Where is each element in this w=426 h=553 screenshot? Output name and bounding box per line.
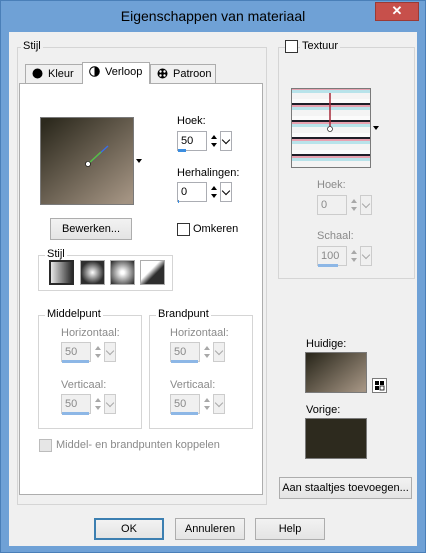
center-horizontal-spin-buttons[interactable] [92, 342, 104, 362]
gradient-style-label: Stijl [45, 248, 67, 260]
ok-button[interactable]: OK [94, 518, 164, 540]
repeats-dropdown[interactable] [220, 182, 232, 202]
previous-label: Vorige: [306, 404, 341, 416]
texture-angle-input[interactable]: 0 [317, 195, 347, 215]
repeats-label: Herhalingen: [177, 167, 240, 179]
angle-stepper[interactable]: 50 [177, 131, 233, 153]
invert-label: Omkeren [193, 223, 239, 235]
current-label: Huidige: [306, 338, 347, 350]
close-icon: ✕ [391, 3, 403, 18]
texture-scale-dropdown[interactable] [360, 246, 372, 266]
texture-angle-spin-buttons[interactable] [348, 195, 360, 215]
previous-swatch[interactable] [305, 418, 367, 459]
focal-horizontal-label: Horizontaal: [170, 327, 229, 339]
repeats-stepper[interactable]: 0 [177, 182, 233, 204]
link-points-label: Middel- en brandpunten koppelen [56, 439, 220, 451]
focal-horizontal-spin-buttons[interactable] [201, 342, 213, 362]
style-group-label: Stijl [21, 40, 43, 52]
radial-style-icon[interactable] [110, 260, 135, 285]
texture-scale-stepper[interactable]: 100 [317, 246, 373, 268]
tab-color-label: Kleur [48, 68, 74, 80]
edit-button[interactable]: Bewerken... [50, 218, 132, 240]
texture-angle-stepper[interactable]: 0 [317, 195, 373, 217]
focal-vertical-dropdown[interactable] [213, 394, 225, 414]
swap-icon[interactable] [372, 378, 387, 393]
texture-scale-spin-buttons[interactable] [348, 246, 360, 266]
angle-level-bar [178, 149, 186, 152]
focal-horizontal-stepper[interactable]: 50 [170, 342, 226, 364]
tab-color[interactable]: Kleur [25, 64, 83, 84]
focal-vertical-input[interactable]: 50 [170, 394, 200, 414]
close-button[interactable]: ✕ [375, 2, 419, 21]
title-bar[interactable]: Eigenschappen van materiaal ✕ [1, 1, 425, 32]
angle-label: Hoek: [177, 115, 206, 127]
sunburst-style-icon[interactable] [140, 260, 165, 285]
rectangular-style-icon[interactable] [80, 260, 105, 285]
pattern-icon [157, 67, 168, 79]
repeats-spin-buttons[interactable] [208, 182, 220, 202]
focal-vertical-level-bar [171, 412, 198, 415]
texture-preview[interactable] [291, 88, 371, 168]
focal-horizontal-level-bar [171, 360, 198, 363]
tab-gradient[interactable]: Verloop [82, 62, 150, 84]
texture-checkbox[interactable] [285, 40, 298, 53]
half-circle-icon [89, 65, 100, 77]
center-horizontal-stepper[interactable]: 50 [61, 342, 117, 364]
repeats-input[interactable]: 0 [177, 182, 207, 202]
circle-icon [32, 67, 43, 79]
center-vertical-label: Verticaal: [61, 379, 107, 391]
add-to-swatches-button[interactable]: Aan staaltjes toevoegen... [279, 477, 412, 499]
texture-dropdown-arrow[interactable] [373, 126, 379, 130]
focalpoint-label: Brandpunt [156, 308, 211, 320]
center-vertical-spin-buttons[interactable] [92, 394, 104, 414]
cancel-button[interactable]: Annuleren [175, 518, 245, 540]
center-horizontal-label: Horizontaal: [61, 327, 120, 339]
center-vertical-stepper[interactable]: 50 [61, 394, 117, 416]
focal-horizontal-input[interactable]: 50 [170, 342, 200, 362]
repeats-level-bar [178, 200, 179, 203]
texture-label: Textuur [300, 40, 341, 52]
current-swatch[interactable] [305, 352, 367, 393]
texture-angle-label: Hoek: [317, 179, 346, 191]
tab-pattern-label: Patroon [173, 68, 212, 80]
focal-horizontal-dropdown[interactable] [213, 342, 225, 362]
help-button[interactable]: Help [255, 518, 325, 540]
gradient-dropdown-arrow[interactable] [136, 159, 142, 163]
center-horizontal-level-bar [62, 360, 89, 363]
angle-dropdown[interactable] [220, 131, 232, 151]
gradient-angle-handle[interactable] [41, 118, 133, 204]
texture-scale-input[interactable]: 100 [317, 246, 347, 266]
center-horizontal-input[interactable]: 50 [61, 342, 91, 362]
angle-spin-buttons[interactable] [208, 131, 220, 151]
window-title: Eigenschappen van materiaal [120, 8, 306, 24]
texture-scale-label: Schaal: [317, 230, 354, 242]
texture-angle-dropdown[interactable] [360, 195, 372, 215]
focal-vertical-label: Verticaal: [170, 379, 216, 391]
linear-style-icon[interactable] [49, 260, 74, 285]
center-vertical-dropdown[interactable] [104, 394, 116, 414]
texture-angle-handle [327, 93, 333, 132]
gradient-preview[interactable] [40, 117, 134, 205]
center-vertical-input[interactable]: 50 [61, 394, 91, 414]
angle-input[interactable]: 50 [177, 131, 207, 151]
texture-scale-level-bar [318, 264, 338, 267]
tab-pattern[interactable]: Patroon [150, 64, 216, 84]
centerpoint-label: Middelpunt [45, 308, 103, 320]
link-points-checkbox[interactable] [39, 439, 52, 452]
center-horizontal-dropdown[interactable] [104, 342, 116, 362]
center-vertical-level-bar [62, 412, 89, 415]
material-properties-dialog: Eigenschappen van materiaal ✕ Stijl Kleu… [0, 0, 426, 553]
focal-vertical-spin-buttons[interactable] [201, 394, 213, 414]
focal-vertical-stepper[interactable]: 50 [170, 394, 226, 416]
invert-checkbox[interactable] [177, 223, 190, 236]
tab-gradient-label: Verloop [105, 66, 143, 78]
